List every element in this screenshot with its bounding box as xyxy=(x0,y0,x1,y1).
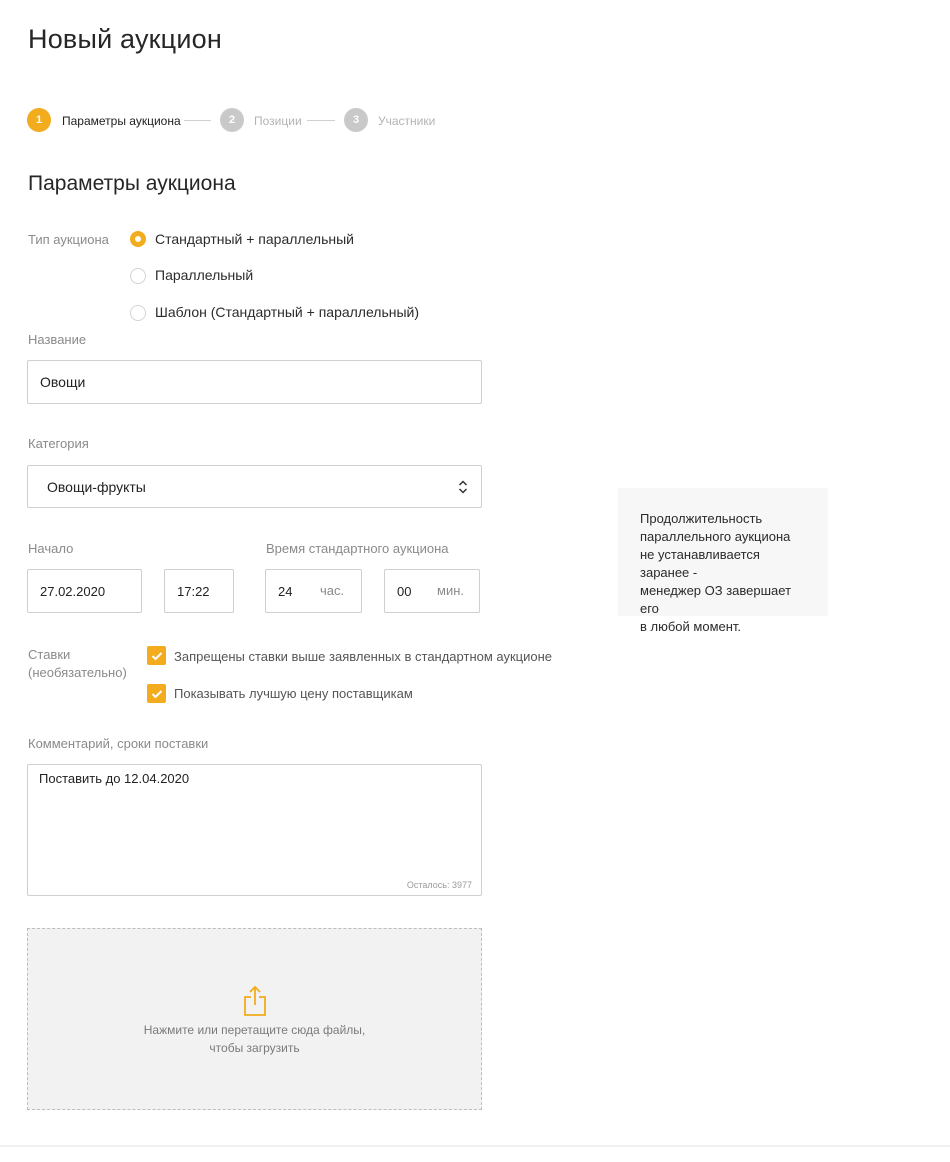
radio-parallel[interactable] xyxy=(130,268,146,284)
radio-standard-parallel[interactable] xyxy=(130,231,146,247)
category-label: Категория xyxy=(28,436,89,451)
step-2-label[interactable]: Позиции xyxy=(254,114,302,128)
radio-parallel-label[interactable]: Параллельный xyxy=(155,267,253,283)
start-date-input[interactable]: 27.02.2020 xyxy=(27,569,142,613)
step-2-indicator[interactable]: 2 xyxy=(220,108,244,132)
bottom-divider xyxy=(0,1145,950,1147)
hint-line: в любой момент. xyxy=(640,619,742,634)
checkbox-forbid-higher-bids-label[interactable]: Запрещены ставки выше заявленных в станд… xyxy=(174,649,552,664)
checkbox-show-best-price-label[interactable]: Показывать лучшую цену поставщикам xyxy=(174,686,413,701)
step-1-indicator[interactable]: 1 xyxy=(27,108,51,132)
select-chevron-icon xyxy=(458,480,468,494)
radio-standard-parallel-label[interactable]: Стандартный + параллельный xyxy=(155,231,354,247)
hours-value: 24 xyxy=(278,583,293,599)
standard-time-label: Время стандартного аукциона xyxy=(266,541,449,556)
category-select[interactable]: Овощи-фрукты xyxy=(27,465,482,508)
page-title: Новый аукцион xyxy=(28,24,222,54)
start-date-value: 27.02.2020 xyxy=(40,583,106,599)
category-select-value: Овощи-фрукты xyxy=(47,478,146,495)
file-dropzone[interactable] xyxy=(27,928,482,1110)
hint-line: Продолжительность xyxy=(640,511,763,526)
hint-line: менеджер ОЗ завершает его xyxy=(640,583,792,616)
hint-box: Продолжительность параллельного аукциона… xyxy=(618,488,828,634)
comment-textarea[interactable]: Поставить до 12.04.2020 Осталось: 3977 xyxy=(27,764,482,896)
start-time-value: 17:22 xyxy=(177,583,210,599)
bids-label-line2: (необязательно) xyxy=(28,665,127,680)
step-1-label[interactable]: Параметры аукциона xyxy=(62,114,181,128)
hours-input[interactable]: 24 час. xyxy=(265,569,362,613)
minutes-unit: мин. xyxy=(437,583,464,598)
auction-type-label: Тип аукциона xyxy=(28,232,109,247)
minutes-input[interactable]: 00 мин. xyxy=(384,569,480,613)
name-label: Название xyxy=(28,332,87,347)
name-input-value: Овощи xyxy=(40,374,86,390)
comment-remaining-counter: Осталось: 3977 xyxy=(406,880,472,890)
comment-label: Комментарий, сроки поставки xyxy=(28,736,209,751)
checkmark-icon xyxy=(151,651,162,660)
section-title: Параметры аукциона xyxy=(28,172,236,195)
checkbox-show-best-price[interactable] xyxy=(147,684,166,703)
bids-label: Ставки (необязательно) xyxy=(28,646,127,682)
start-label: Начало xyxy=(28,541,74,556)
radio-template-label[interactable]: Шаблон (Стандартный + параллельный) xyxy=(155,304,419,320)
step-connector xyxy=(307,120,335,121)
bids-label-line1: Ставки xyxy=(28,647,71,662)
hint-line: параллельного аукциона xyxy=(640,529,791,544)
checkbox-forbid-higher-bids[interactable] xyxy=(147,646,166,665)
comment-value: Поставить до 12.04.2020 xyxy=(39,771,190,786)
checkmark-icon xyxy=(151,689,162,698)
radio-template[interactable] xyxy=(130,305,146,321)
dropzone-text-line1: Нажмите или перетащите сюда файлы, xyxy=(143,1023,366,1037)
hours-unit: час. xyxy=(320,583,345,598)
step-3-label[interactable]: Участники xyxy=(378,114,435,128)
upload-icon xyxy=(244,985,266,1016)
dropzone-text-line2: чтобы загрузить xyxy=(209,1041,300,1055)
start-time-input[interactable]: 17:22 xyxy=(164,569,234,613)
step-connector xyxy=(184,120,211,121)
step-3-indicator[interactable]: 3 xyxy=(344,108,368,132)
dropzone-text: Нажмите или перетащите сюда файлы, чтобы… xyxy=(27,1021,482,1057)
hint-line: не устанавливается заранее - xyxy=(640,547,760,580)
name-input[interactable]: Овощи xyxy=(27,360,482,404)
minutes-value: 00 xyxy=(397,583,412,599)
